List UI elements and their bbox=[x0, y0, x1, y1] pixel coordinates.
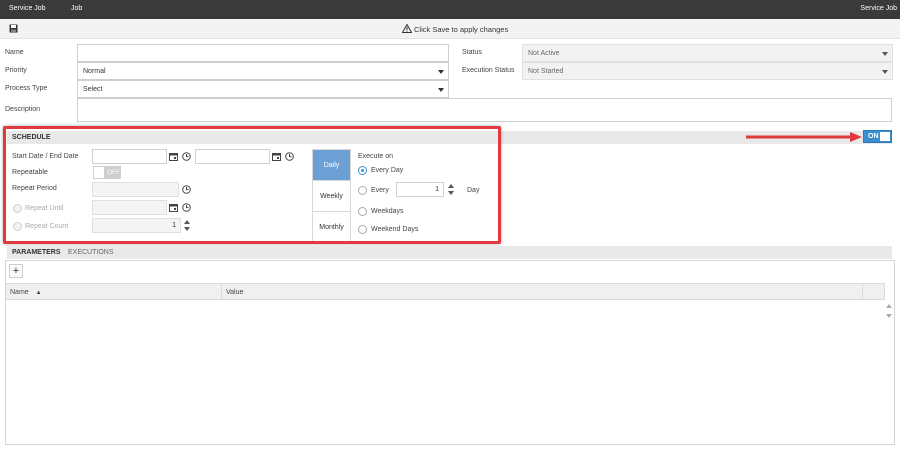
chevron-down-icon bbox=[882, 70, 888, 74]
description-label: Description bbox=[5, 106, 41, 113]
process-type-value: Select bbox=[83, 86, 103, 93]
save-icon[interactable] bbox=[9, 24, 18, 33]
title-bar: Service Job Job Service Job bbox=[0, 0, 900, 19]
name-input[interactable] bbox=[77, 44, 449, 62]
column-header-name[interactable]: Name ▲ bbox=[10, 289, 42, 296]
schedule-highlight-box bbox=[3, 126, 501, 244]
status-value: Not Active bbox=[528, 50, 560, 57]
process-type-select[interactable]: Select bbox=[77, 80, 449, 98]
description-input[interactable] bbox=[77, 98, 892, 122]
scroll-up-icon[interactable] bbox=[885, 303, 893, 309]
annotation-arrow bbox=[746, 132, 862, 142]
bottom-tab-bar bbox=[7, 246, 892, 259]
process-type-label: Process Type bbox=[5, 85, 48, 92]
column-divider bbox=[862, 283, 863, 300]
chevron-down-icon bbox=[438, 70, 444, 74]
tab-executions[interactable]: EXECUTIONS bbox=[68, 249, 114, 256]
grid-header bbox=[6, 283, 884, 300]
toggle-knob bbox=[880, 132, 890, 141]
column-name-label: Name bbox=[10, 289, 29, 296]
unsaved-notice: Click Save to apply changes bbox=[402, 24, 508, 34]
scroll-down-icon[interactable] bbox=[885, 313, 893, 319]
status-label: Status bbox=[462, 49, 482, 56]
warning-icon bbox=[402, 24, 412, 33]
chevron-down-icon bbox=[438, 88, 444, 92]
sort-ascending-icon: ▲ bbox=[35, 290, 42, 296]
priority-label: Priority bbox=[5, 67, 27, 74]
add-parameter-button[interactable]: + bbox=[9, 264, 23, 278]
priority-select[interactable]: Normal bbox=[77, 62, 449, 80]
chevron-down-icon bbox=[882, 52, 888, 56]
execution-status-label: Execution Status bbox=[462, 67, 515, 74]
status-select[interactable]: Not Active bbox=[522, 44, 893, 62]
breadcrumb-job[interactable]: Job bbox=[71, 5, 82, 12]
tab-parameters[interactable]: PARAMETERS bbox=[12, 249, 60, 256]
priority-value: Normal bbox=[83, 68, 106, 75]
module-title: Service Job bbox=[860, 5, 897, 12]
schedule-toggle-label: ON bbox=[868, 133, 879, 140]
column-header-value[interactable]: Value bbox=[226, 289, 243, 296]
schedule-toggle[interactable]: ON bbox=[863, 130, 892, 143]
execution-status-select[interactable]: Not Started bbox=[522, 62, 893, 80]
breadcrumb-service-job[interactable]: Service Job bbox=[9, 5, 46, 12]
column-divider bbox=[221, 283, 222, 300]
column-divider bbox=[884, 283, 885, 300]
notice-text: Click Save to apply changes bbox=[414, 25, 509, 34]
execution-status-value: Not Started bbox=[528, 68, 564, 75]
toolbar: Click Save to apply changes bbox=[0, 19, 900, 39]
name-label: Name bbox=[5, 49, 24, 56]
